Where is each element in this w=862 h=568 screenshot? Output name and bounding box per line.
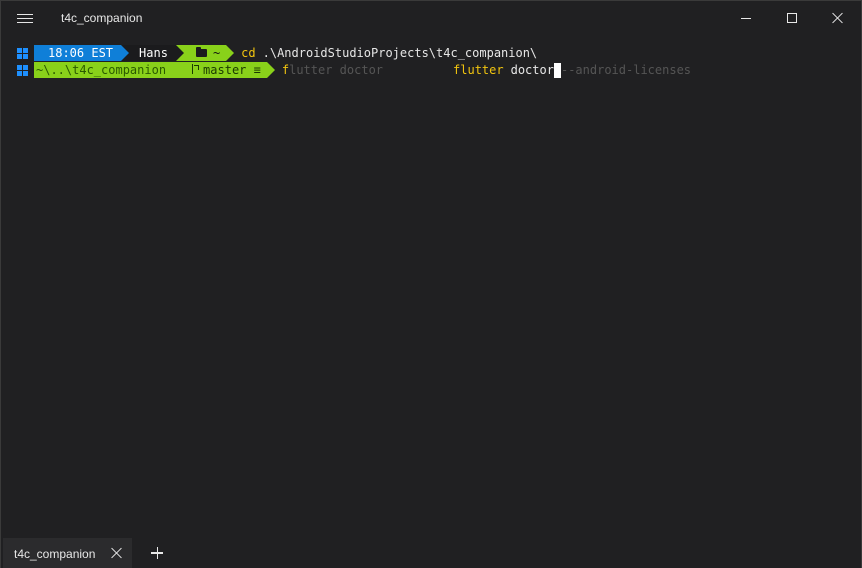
typed-first-char: f (281, 63, 290, 77)
close-tab-icon[interactable] (111, 547, 123, 559)
windows-logo-icon (17, 47, 28, 59)
segment-separator (121, 45, 130, 61)
tab-bar: t4c_companion (1, 536, 861, 568)
new-tab-icon[interactable] (147, 544, 165, 562)
command-flutter: flutter (453, 63, 504, 77)
ghost-suffix: --android-licenses (560, 63, 692, 77)
maximize-icon (787, 13, 797, 23)
minimize-button[interactable] (723, 1, 769, 35)
minimize-icon (741, 17, 751, 19)
text-cursor (553, 62, 561, 78)
command-cd: cd (241, 46, 256, 60)
close-icon (832, 12, 844, 24)
windows-logo-icon (17, 64, 28, 76)
maximize-button[interactable] (769, 1, 815, 35)
close-button[interactable] (815, 1, 861, 35)
segment-separator (226, 45, 235, 61)
folder-segment: ~ (183, 45, 227, 61)
tab-label: t4c_companion (14, 547, 96, 561)
git-segment: master ≡ (188, 62, 267, 78)
hamburger-icon[interactable] (11, 7, 39, 31)
branch-status: ≡ (253, 63, 261, 77)
folder-label: ~ (212, 46, 221, 60)
tab-t4c-companion[interactable]: t4c_companion (3, 538, 132, 568)
title-bar[interactable]: t4c_companion (1, 1, 861, 36)
segment-separator (175, 45, 184, 61)
window-title: t4c_companion (61, 11, 143, 25)
path-segment: ~\..\t4c_companion (34, 62, 189, 78)
prompt-line-1: 18:06 EST Hans ~ cd .\AndroidStudioProject… (17, 45, 537, 61)
ghost-prefix: lutter doctor (289, 63, 384, 77)
branch-name: master (203, 63, 247, 77)
prompt-line-2: ~\..\t4c_companion master ≡ f lutter docto… (17, 62, 691, 78)
command-doctor: doctor (510, 63, 554, 77)
git-branch-icon (192, 64, 200, 74)
terminal-output[interactable]: 18:06 EST Hans ~ cd .\AndroidStudioProject… (1, 36, 861, 536)
command-argument: .\AndroidStudioProjects\t4c_companion\ (262, 46, 538, 60)
terminal-window: t4c_companion 18:06 EST Hans ~ cd .\Androi… (0, 0, 862, 568)
user-segment: Hans (129, 45, 176, 61)
folder-icon (195, 47, 207, 57)
time-segment: 18:06 EST (34, 45, 122, 61)
segment-separator (266, 62, 275, 78)
